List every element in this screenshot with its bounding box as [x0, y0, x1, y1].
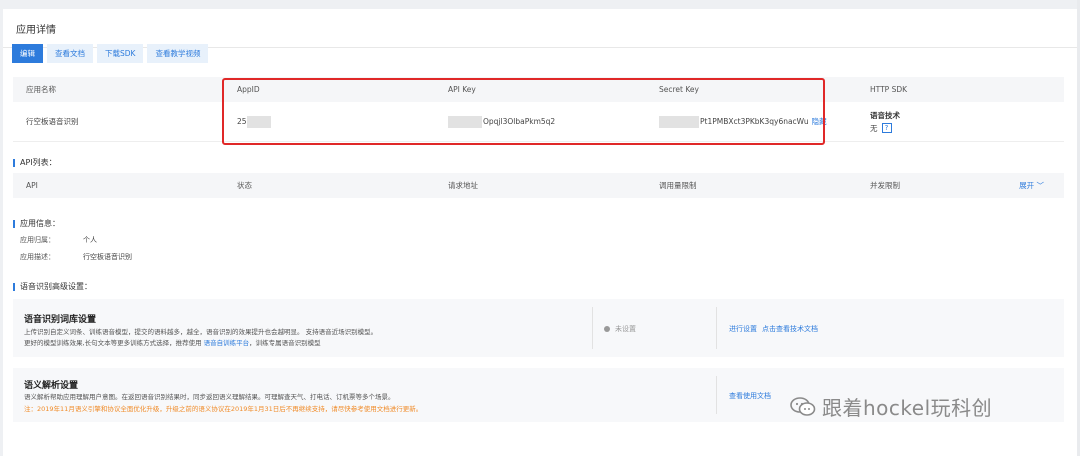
- advanced-settings-heading: 语音识别高级设置：: [13, 281, 92, 292]
- self-training-platform-link[interactable]: 语音自训练平台: [204, 339, 250, 347]
- vocab-tech-docs-link[interactable]: 点击查看技术文档: [762, 324, 818, 334]
- divider: [716, 376, 717, 414]
- header-api: API: [26, 181, 38, 190]
- status-dot-icon: [604, 326, 610, 332]
- appid-visible: 25: [237, 117, 247, 126]
- secret-key-cell: Pt1PMBXct3PKbK3qy6nacWu 隐藏: [646, 102, 857, 141]
- section-marker: [13, 282, 15, 291]
- semantic-desc: 语义解析帮助应用理解用户意图。在返回语音识别结果时，同步返回语义理解结果。可理解…: [24, 393, 395, 401]
- divider: [592, 307, 593, 349]
- header-request-url: 请求地址: [448, 181, 478, 190]
- header-secret-key: Secret Key: [659, 85, 699, 94]
- vocab-status-text: 未设置: [615, 325, 636, 333]
- info-desc-row: 应用描述： 行空板语音识别: [20, 252, 132, 262]
- vocab-status: 未设置: [604, 324, 636, 334]
- header-http-sdk: HTTP SDK: [870, 85, 908, 94]
- page-title: 应用详情: [16, 25, 56, 36]
- api-key-visible: Opqjl3OlbaPkm5q2: [483, 117, 556, 126]
- sdk-title: 语音技术: [870, 110, 900, 120]
- action-tabs: 编辑 查看文档 下载SDK 查看教学视频: [12, 44, 209, 63]
- section-marker: [13, 219, 15, 228]
- hide-secret-link[interactable]: 隐藏: [812, 116, 827, 127]
- help-icon[interactable]: ?: [881, 123, 892, 133]
- appid-cell: 25: [224, 102, 435, 141]
- section-marker: [13, 158, 15, 167]
- semantic-actions: 查看使用文档: [729, 391, 771, 401]
- header-app-name: 应用名称: [26, 85, 56, 94]
- vocab-title: 语音识别词库设置: [24, 315, 97, 325]
- appid-redaction: [246, 115, 271, 128]
- http-sdk-cell: 语音技术 无 ?: [857, 102, 1064, 141]
- watermark-text: 跟着hockel玩科创: [822, 396, 993, 420]
- info-owner-row: 应用归属： 个人: [20, 235, 97, 245]
- info-owner-value: 个人: [83, 236, 97, 244]
- app-table-header: 应用名称 AppID API Key Secret Key HTTP SDK: [13, 77, 1064, 102]
- secret-key-redaction: [659, 115, 699, 128]
- api-key-cell: Opqjl3OlbaPkm5q2: [435, 102, 646, 141]
- api-list-title: API列表：: [20, 158, 57, 167]
- sdk-value-row: 无 ?: [870, 123, 892, 134]
- wechat-icon: [790, 396, 816, 416]
- api-list-heading: API列表：: [13, 157, 57, 168]
- app-info-title: 应用信息：: [20, 219, 60, 228]
- header-api-key: API Key: [448, 85, 476, 94]
- app-name-cell: 行空板语音识别: [26, 117, 79, 126]
- view-docs-tab[interactable]: 查看文档: [47, 44, 93, 63]
- api-table-header: API 状态 请求地址 调用量限制 并发限制 展开 ﹀: [13, 173, 1064, 198]
- info-desc-value: 行空板语音识别: [83, 253, 132, 261]
- vocab-settings-card: 语音识别词库设置 上传识别自定义词条、训练语音模型，提交的语料越多，越全，语音识…: [13, 299, 1064, 357]
- advanced-settings-title: 语音识别高级设置：: [20, 282, 92, 291]
- info-desc-label: 应用描述：: [20, 253, 55, 261]
- edit-button[interactable]: 编辑: [12, 44, 43, 63]
- semantic-warning: 注：2019年11月语义引擎和协议全面优化升级，升级之前的语义协议在2019年1…: [24, 405, 423, 413]
- tutorial-video-tab[interactable]: 查看教学视频: [147, 44, 209, 63]
- semantic-docs-link[interactable]: 查看使用文档: [729, 391, 771, 401]
- api-key-redaction: [448, 115, 482, 128]
- vocab-desc-2-prefix: 更好的模型训练效果,长句文本等更多训练方式选择，推荐使用: [24, 339, 204, 347]
- app-table-row: 行空板语音识别 25 Opqjl3OlbaPkm5q2 Pt1PMBXct3PK…: [13, 102, 1064, 142]
- sdk-value: 无: [870, 123, 878, 133]
- vocab-desc-2-suffix: ，训练专属语音识别模型: [249, 339, 321, 347]
- semantic-title: 语义解析设置: [24, 381, 79, 391]
- header-status: 状态: [237, 181, 252, 190]
- info-owner-label: 应用归属：: [20, 236, 55, 244]
- header-appid: AppID: [237, 85, 260, 94]
- vocab-desc-2: 更好的模型训练效果,长句文本等更多训练方式选择，推荐使用 语音自训练平台，训练专…: [24, 337, 321, 347]
- header-call-limit: 调用量限制: [659, 181, 697, 190]
- configure-vocab-link[interactable]: 进行设置: [729, 324, 757, 334]
- vocab-actions: 进行设置 点击查看技术文档: [729, 324, 818, 334]
- divider: [716, 307, 717, 349]
- expand-toggle[interactable]: 展开 ﹀: [1019, 173, 1044, 198]
- app-info-heading: 应用信息：: [13, 218, 60, 229]
- vocab-desc-1: 上传识别自定义词条、训练语音模型，提交的语料越多，越全，语音识别的效果提升也会越…: [24, 328, 378, 336]
- watermark: 跟着hockel玩科创: [790, 392, 992, 421]
- secret-key-visible: Pt1PMBXct3PKbK3qy6nacWu: [700, 117, 809, 126]
- download-sdk-tab[interactable]: 下载SDK: [97, 44, 144, 63]
